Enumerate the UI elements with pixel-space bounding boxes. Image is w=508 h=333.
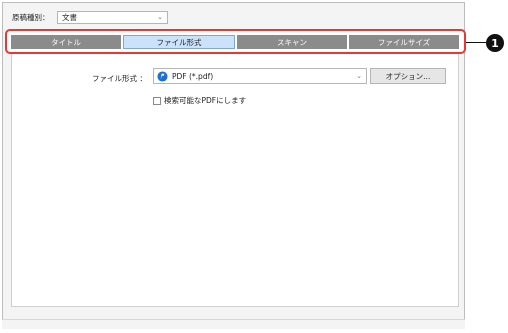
tab-file-format[interactable]: ファイル形式 <box>123 35 235 49</box>
file-format-select[interactable]: PDF (*.pdf) ⌄ <box>153 68 367 84</box>
tab-file-size[interactable]: ファイルサイズ <box>349 35 459 49</box>
searchable-pdf-row: 検索可能なPDFにします <box>153 95 246 106</box>
tab-scan[interactable]: スキャン <box>237 35 347 49</box>
document-type-label: 原稿種別： <box>12 12 50 22</box>
bottom-bar <box>2 319 465 329</box>
callout-line <box>466 42 486 43</box>
searchable-pdf-label: 検索可能なPDFにします <box>164 96 247 105</box>
tab-bar: タイトル ファイル形式 スキャン ファイルサイズ <box>11 35 459 49</box>
document-type-row: 原稿種別： 文書 ⌄ <box>12 10 168 24</box>
tab-panel <box>11 54 459 307</box>
tab-title[interactable]: タイトル <box>11 35 121 49</box>
options-button[interactable]: オプション... <box>370 68 446 84</box>
file-format-value: PDF (*.pdf) <box>172 71 214 81</box>
document-type-select[interactable]: 文書 ⌄ <box>57 10 168 24</box>
document-type-value: 文書 <box>62 12 77 22</box>
pdf-icon <box>157 70 168 82</box>
searchable-pdf-checkbox[interactable] <box>153 96 161 105</box>
chevron-down-icon: ⌄ <box>157 13 163 21</box>
callout-marker: 1 <box>486 34 504 52</box>
chevron-down-icon: ⌄ <box>356 72 362 80</box>
file-format-label: ファイル形式 ： <box>92 74 147 83</box>
